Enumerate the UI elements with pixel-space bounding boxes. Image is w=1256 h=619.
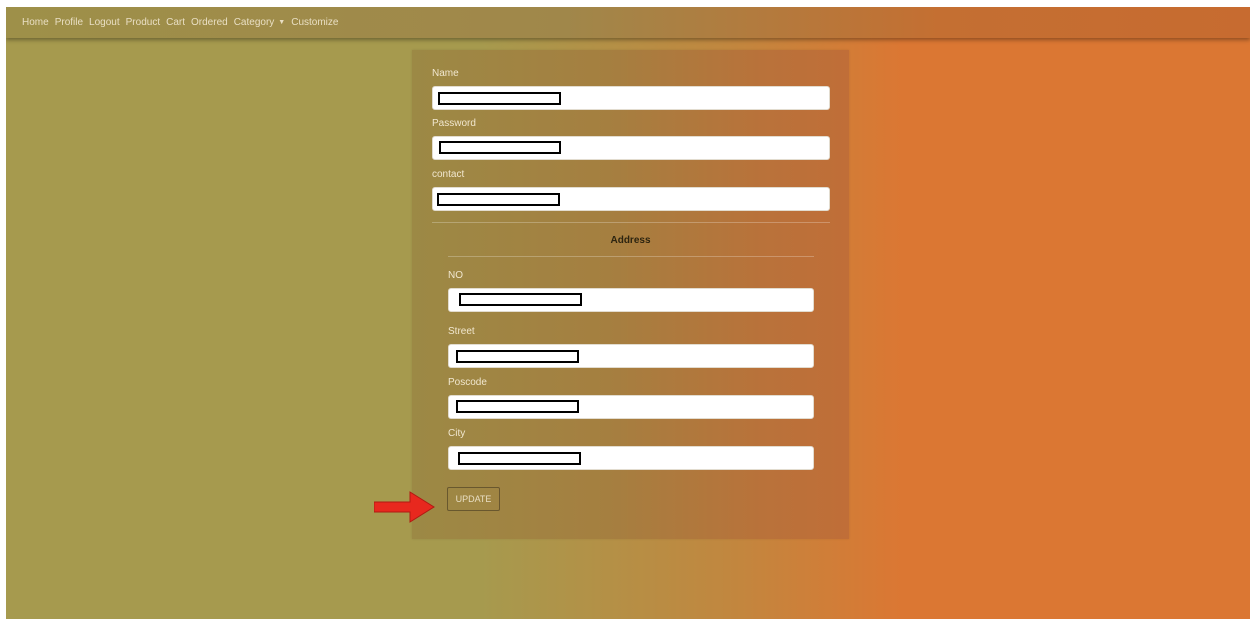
redaction-box <box>456 400 579 413</box>
address-city-input[interactable] <box>448 446 814 470</box>
redaction-box <box>456 350 579 363</box>
address-no-input[interactable] <box>448 288 814 312</box>
redaction-box <box>459 293 582 306</box>
redaction-box <box>439 141 561 154</box>
redaction-box <box>437 193 560 206</box>
profile-update-form: Name Password contact Address NO Street … <box>412 50 849 539</box>
caret-down-icon: ▼ <box>278 19 286 26</box>
contact-label: contact <box>432 169 465 180</box>
address-poscode-input[interactable] <box>448 395 814 419</box>
top-navbar: Home Profile Logout Product Cart Ordered… <box>6 7 1250 38</box>
name-label: Name <box>432 68 459 79</box>
section-divider <box>432 222 830 223</box>
address-poscode-label: Poscode <box>448 377 487 388</box>
name-input[interactable] <box>432 86 830 110</box>
redaction-box <box>458 452 581 465</box>
nav-cart-link[interactable]: Cart <box>166 17 185 28</box>
address-street-input[interactable] <box>448 344 814 368</box>
nav-category-dropdown[interactable]: Category ▼ <box>234 17 286 28</box>
nav-home-link[interactable]: Home <box>22 17 49 28</box>
section-divider <box>448 256 814 257</box>
nav-customize-link[interactable]: Customize <box>291 17 338 28</box>
password-input[interactable] <box>432 136 830 160</box>
nav-category-label: Category <box>233 17 275 28</box>
address-street-label: Street <box>448 326 475 337</box>
nav-product-link[interactable]: Product <box>126 17 160 28</box>
address-city-label: City <box>448 428 466 439</box>
contact-input[interactable] <box>432 187 830 211</box>
nav-logout-link[interactable]: Logout <box>89 17 120 28</box>
nav-ordered-link[interactable]: Ordered <box>191 17 228 28</box>
address-heading: Address <box>610 235 651 246</box>
address-no-label: NO <box>448 270 463 281</box>
redaction-box <box>438 92 561 105</box>
update-button[interactable]: UPDATE <box>447 487 500 511</box>
nav-profile-link[interactable]: Profile <box>55 17 83 28</box>
password-label: Password <box>432 118 476 129</box>
red-arrow-annotation-icon <box>374 491 435 523</box>
page-background: Home Profile Logout Product Cart Ordered… <box>6 7 1250 619</box>
